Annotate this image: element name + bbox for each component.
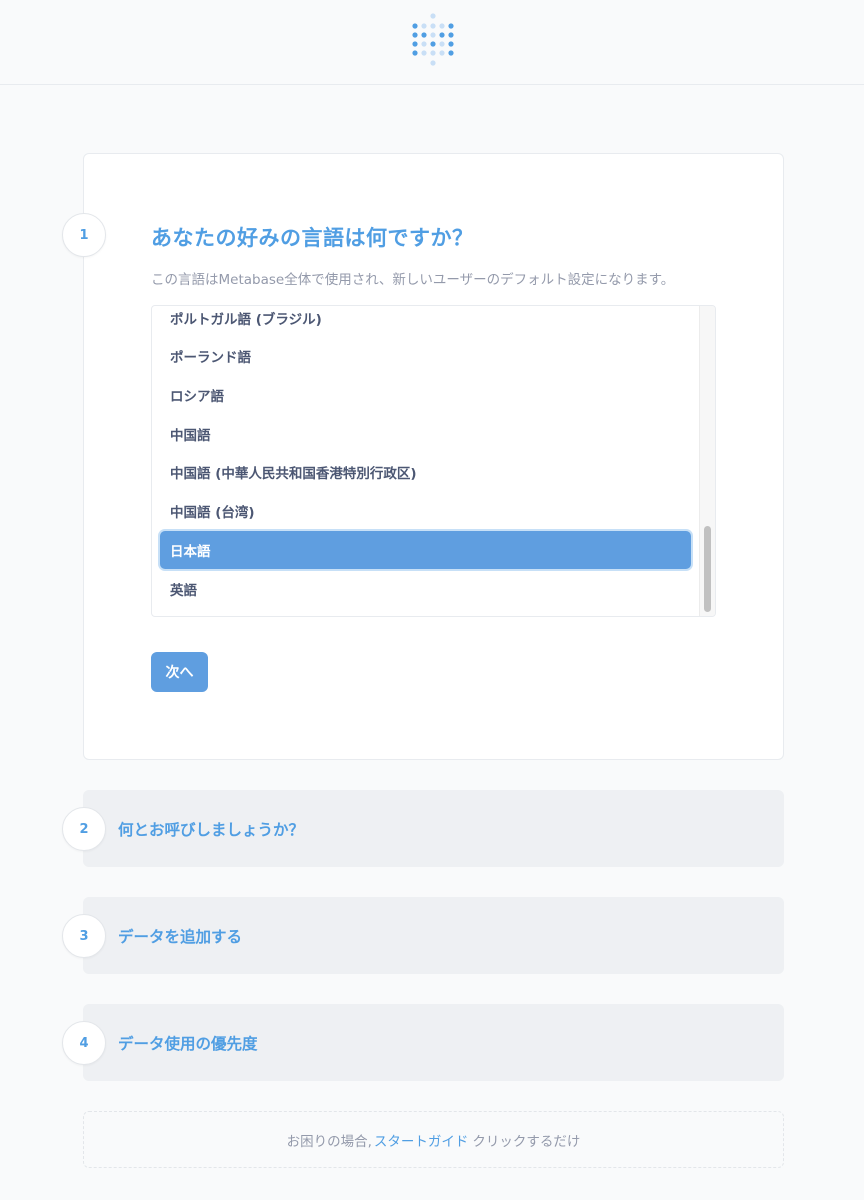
help-box: お困りの場合, スタートガイド クリックするだけ xyxy=(83,1111,784,1168)
step-2-panel[interactable]: 何とお呼びしましょうか？ xyxy=(83,790,784,867)
language-list-scrollbar[interactable] xyxy=(699,306,715,616)
metabase-logo-icon[interactable] xyxy=(409,12,457,70)
scrollbar-thumb[interactable] xyxy=(704,526,711,612)
language-option[interactable]: ポーランド語 xyxy=(160,337,691,375)
language-option[interactable]: 中国語 (中華人民共和国香港特別行政区) xyxy=(160,453,691,491)
help-prefix: お困りの場合, xyxy=(286,1133,372,1150)
getting-started-link[interactable]: スタートガイド xyxy=(374,1130,469,1150)
language-option[interactable]: 中国語 (台湾) xyxy=(160,492,691,530)
step-2-title: 何とお呼びしましょうか？ xyxy=(118,820,305,839)
step-1-title: あなたの好みの言語は何ですか？ xyxy=(151,226,474,250)
step-1-number: 1 xyxy=(62,213,106,257)
language-option[interactable]: 英語 xyxy=(160,570,691,608)
step-2-number: 2 xyxy=(62,807,106,851)
help-suffix: クリックするだけ xyxy=(472,1133,581,1150)
language-option-selected[interactable]: 日本語 xyxy=(160,531,691,569)
step-3-number: 3 xyxy=(62,914,106,958)
next-button[interactable]: 次へ xyxy=(151,652,208,692)
step-3-title: データを追加する xyxy=(118,927,243,946)
language-option[interactable]: ポルトガル語 (ブラジル) xyxy=(160,306,691,337)
language-option[interactable]: ロシア語 xyxy=(160,376,691,414)
top-bar xyxy=(0,0,864,85)
step-4-title: データ使用の優先度 xyxy=(118,1034,258,1053)
step-4-number: 4 xyxy=(62,1021,106,1065)
step-1-description: この言語はMetabase全体で使用され、新しいユーザーのデフォルト設定になりま… xyxy=(151,272,675,288)
language-list[interactable]: ポルトガル語 (ブラジル) ポーランド語 ロシア語 中国語 中国語 (中華人民共… xyxy=(151,305,716,617)
language-option[interactable]: 中国語 xyxy=(160,415,691,453)
step-3-panel[interactable]: データを追加する xyxy=(83,897,784,974)
step-4-panel[interactable]: データ使用の優先度 xyxy=(83,1004,784,1081)
